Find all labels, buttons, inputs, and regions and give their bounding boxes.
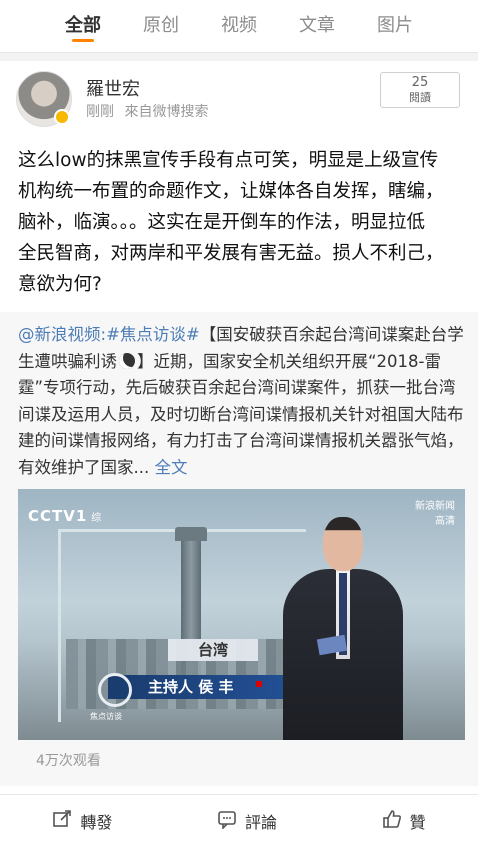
comment-button[interactable]: 評論: [217, 809, 277, 833]
post-header: 羅世宏 剛剛 來自微博搜索 25 閱讀: [0, 61, 478, 139]
read-count-box: 25 閱讀: [380, 72, 460, 108]
anchor-head: [323, 517, 363, 571]
view-count: 4万次观看: [36, 753, 101, 769]
tab-article[interactable]: 文章: [299, 0, 335, 52]
tab-image[interactable]: 图片: [377, 0, 413, 52]
tab-video[interactable]: 视频: [221, 0, 257, 52]
mention-link[interactable]: @新浪视频: [18, 325, 101, 344]
like-button[interactable]: 贊: [382, 809, 426, 833]
repost-text: @新浪视频:#焦点访谈#【国安破获百余起台湾间谍案赴台学生遭哄骗利诱 】近期，国家…: [18, 322, 464, 481]
post-source: 來自微博搜索: [124, 104, 209, 120]
topic-link[interactable]: #焦点访谈#: [106, 325, 200, 344]
post-text-line: 这么low的抹黑宣传手段有点可笑，明显是上级宣传: [18, 150, 439, 171]
verified-badge-icon: [54, 109, 70, 125]
repost-button[interactable]: 轉發: [52, 809, 112, 833]
post-time: 剛剛: [86, 104, 114, 120]
sina-news-watermark: 新浪新闻 高清: [415, 501, 455, 527]
action-bar: 轉發 評論 贊: [0, 794, 478, 847]
reposted-content[interactable]: @新浪视频:#焦点访谈#【国安破获百余起台湾间谍案赴台学生遭哄骗利诱 】近期，国家…: [0, 312, 478, 786]
comment-label: 評論: [244, 813, 277, 832]
program-logo-text: 焦点访谈: [90, 712, 122, 721]
like-label: 贊: [409, 813, 426, 832]
post-text-line: 意欲为何?: [18, 274, 102, 295]
video-player[interactable]: CCTV1 综 新浪新闻 高清 台湾 主持人 侯 丰 焦点访谈: [18, 489, 465, 740]
repost-icon: [52, 809, 72, 833]
headline-close: 】: [137, 351, 154, 371]
feed-tabs: 全部 原创 视频 文章 图片: [0, 0, 478, 53]
tab-original[interactable]: 原创: [143, 0, 179, 52]
weibo-post: 羅世宏 剛剛 來自微博搜索 25 閱讀 这么low的抹黑宣传手段有点可笑，明显是…: [0, 61, 478, 847]
full-text-link[interactable]: 全文: [155, 458, 188, 477]
headline: 【国安破获百余起台湾间谍案: [199, 325, 415, 344]
post-text-line: 全民智商，对两岸和平发展有害无益。损人不利己，: [18, 243, 444, 264]
emoji-icon: [119, 352, 135, 369]
read-count: 25: [411, 75, 429, 90]
repost-label: 轉發: [80, 813, 113, 832]
cctv-logo: CCTV1 综: [28, 507, 103, 525]
username[interactable]: 羅世宏: [86, 75, 140, 101]
tab-all[interactable]: 全部: [65, 0, 101, 52]
location-caption: 台湾: [168, 639, 258, 661]
post-text: 这么low的抹黑宣传手段有点可笑，明显是上级宣传 机构统一布置的命题作文，让媒体…: [0, 139, 478, 312]
thumbs-up-icon: [382, 809, 402, 833]
post-text-line: 机构统一布置的命题作文，让媒体各自发挥，瞎编，: [18, 181, 444, 202]
post-meta: 剛剛 來自微博搜索: [86, 101, 214, 121]
live-dot-icon: [256, 681, 262, 687]
program-logo-icon: [98, 673, 132, 707]
post-text-line: 脑补，临演。。。这实在是开倒车的作法，明显拉低: [18, 212, 426, 233]
comment-icon: [217, 809, 237, 833]
read-label: 閱讀: [409, 91, 431, 104]
